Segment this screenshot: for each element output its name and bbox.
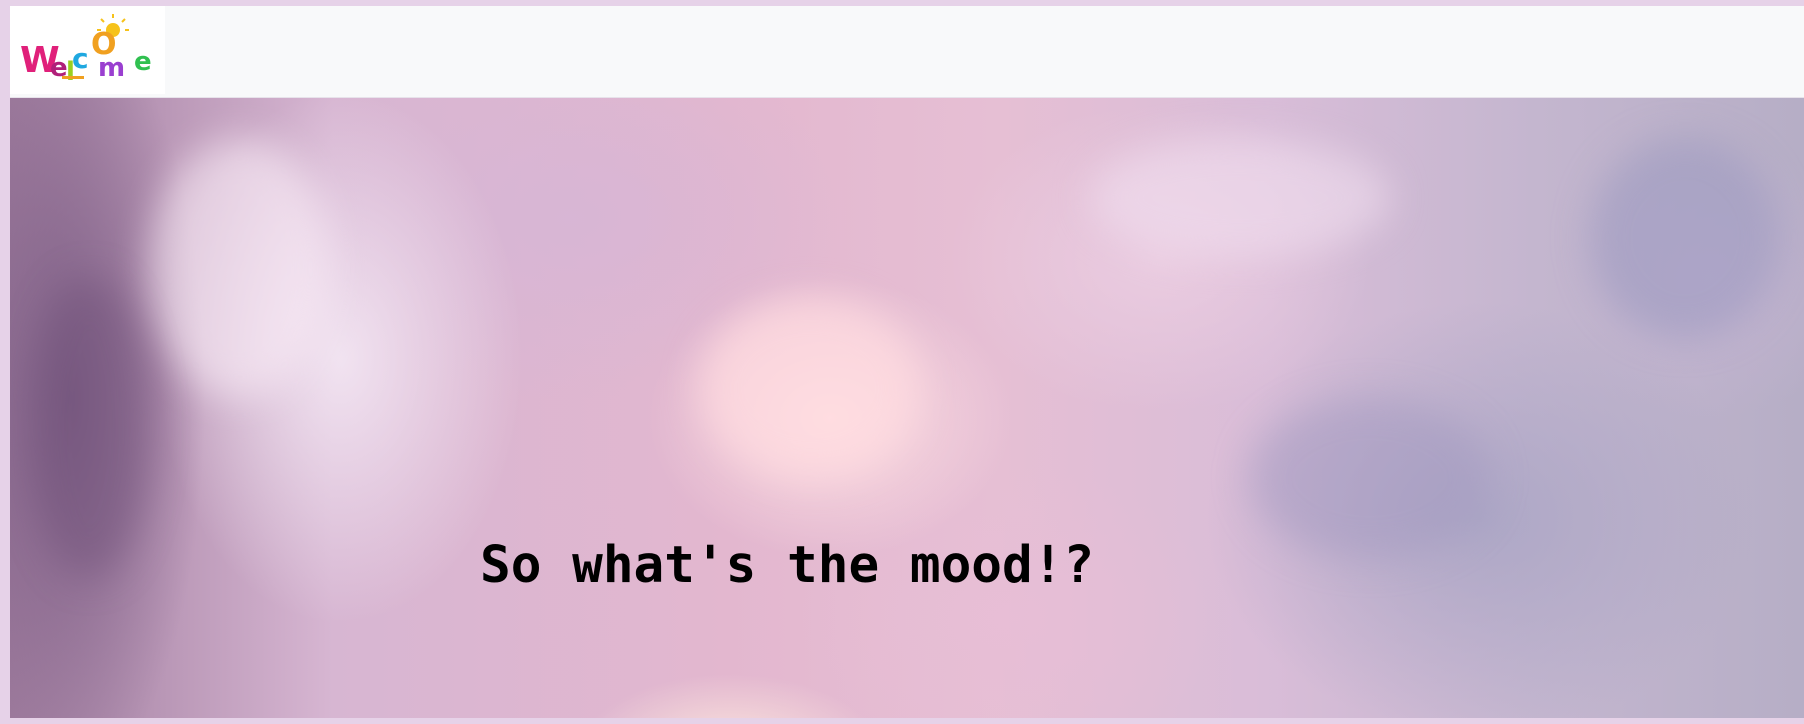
logo-letter-e2: e — [134, 47, 152, 77]
cloud-decoration — [700, 298, 920, 478]
welcome-logo-icon: W e l c O m e — [20, 14, 152, 87]
cloud-decoration — [1590, 138, 1780, 338]
logo-letter-c: c — [72, 42, 89, 75]
page: W e l c O m e So what's the mood!? — [10, 6, 1804, 718]
hero-banner: So what's the mood!? — [10, 98, 1804, 718]
cloud-decoration — [30, 278, 150, 578]
cloud-decoration — [1090, 138, 1390, 258]
cloud-decoration — [1250, 398, 1490, 558]
navbar: W e l c O m e — [10, 6, 1804, 98]
cloud-decoration — [150, 138, 330, 398]
logo-letter-m: m — [98, 53, 125, 83]
hero-headline: So what's the mood!? — [480, 536, 1095, 595]
home-logo-link[interactable]: W e l c O m e — [10, 6, 165, 94]
